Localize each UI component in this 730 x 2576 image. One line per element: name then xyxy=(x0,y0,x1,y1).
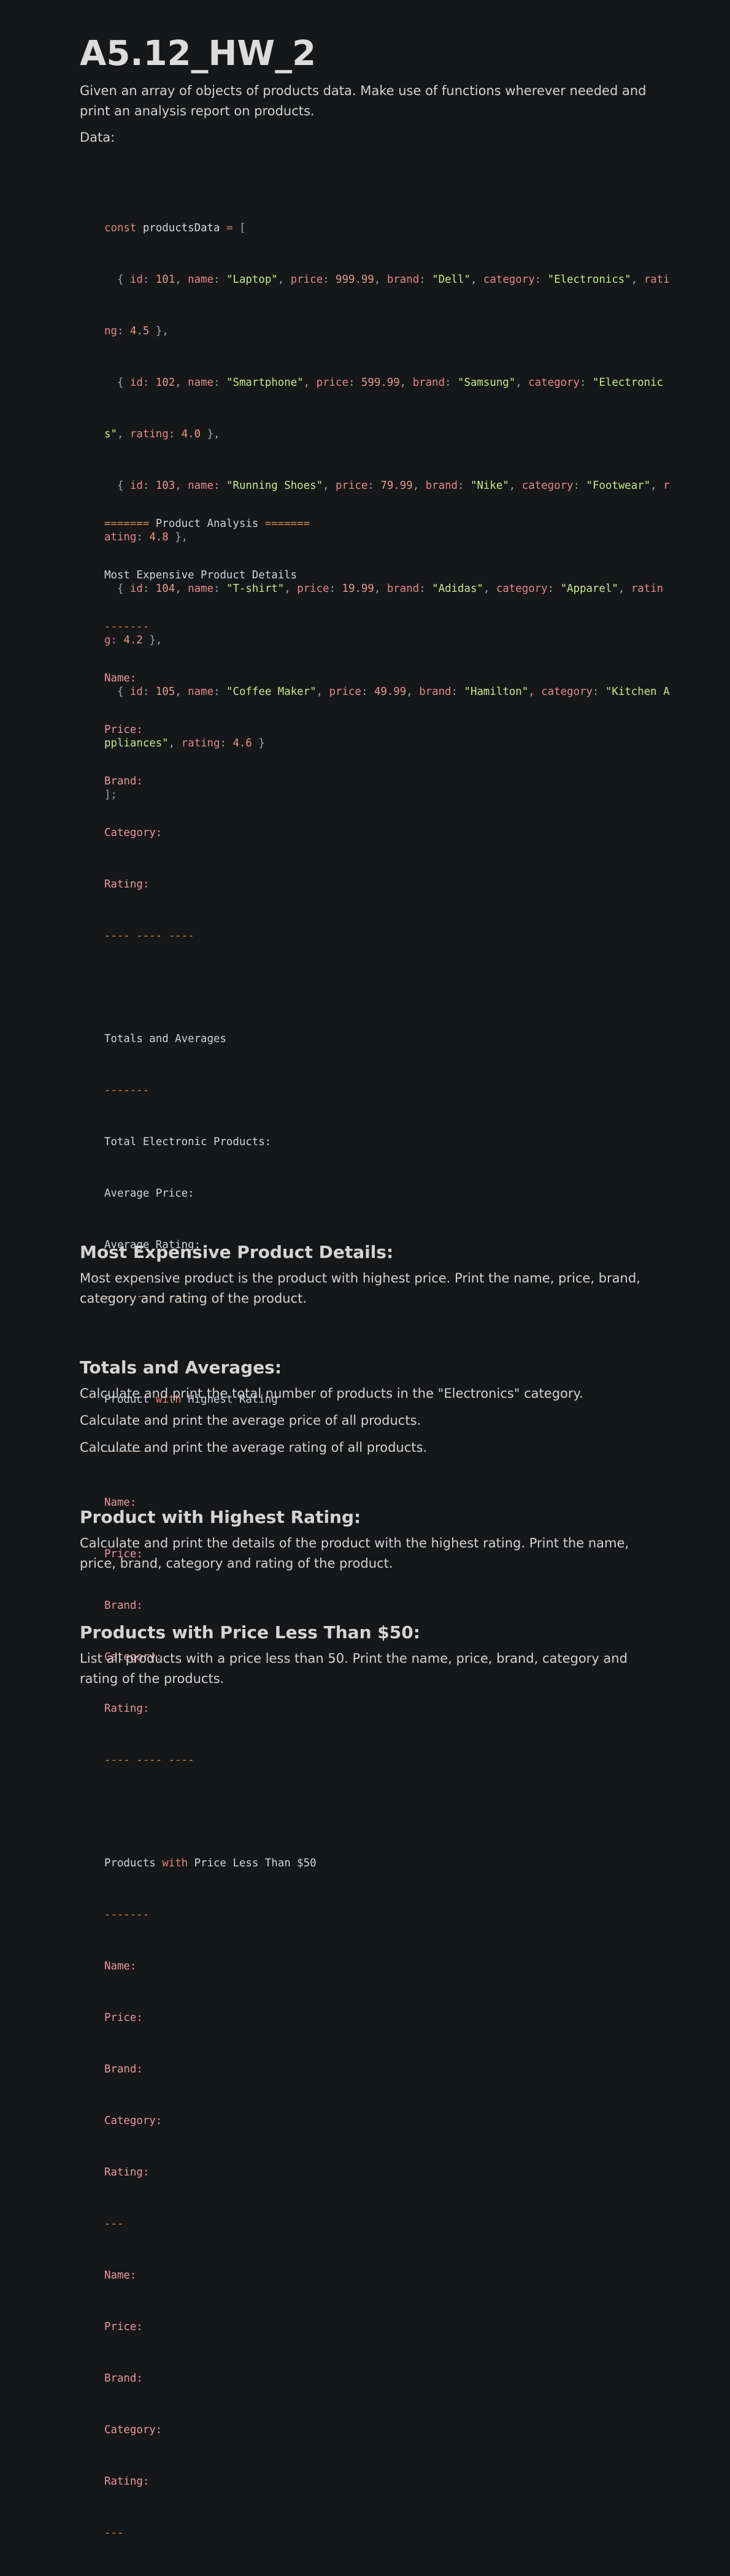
section-text: Calculate and print the total number of … xyxy=(80,1386,583,1401)
section-title: Most Expensive Product Details: xyxy=(80,1242,394,1262)
output-most-expensive-title: Most Expensive Product Details xyxy=(104,569,298,581)
code-line-p2a: { id: 102, name: "Smartphone", price: 59… xyxy=(104,377,664,389)
section-text: Calculate and print the details of the p… xyxy=(80,1536,629,1571)
section-highest-rating: Product with Highest Rating: Calculate a… xyxy=(80,1505,663,1574)
section-text: List all products with a price less than… xyxy=(80,1651,628,1686)
output-totals-title: Totals and Averages xyxy=(104,1033,226,1045)
section-most-expensive: Most Expensive Product Details: Most exp… xyxy=(80,1240,663,1309)
output-header: ======= Product Analysis ======= xyxy=(104,518,310,530)
intro-block: Given an array of objects of products da… xyxy=(80,81,663,148)
section-title: Totals and Averages: xyxy=(80,1357,282,1378)
section-text: Most expensive product is the product wi… xyxy=(80,1271,640,1306)
intro-text: Given an array of objects of products da… xyxy=(80,83,647,118)
section-title: Products with Price Less Than $50: xyxy=(80,1622,420,1643)
output-less-title: Products with Price Less Than $50 xyxy=(104,1857,317,1869)
section-text: Calculate and print the average price of… xyxy=(80,1413,421,1428)
section-price-less: Products with Price Less Than $50: List … xyxy=(80,1620,663,1689)
section-totals: Totals and Averages: Calculate and print… xyxy=(80,1355,663,1458)
code-line-declaration: const productsData = [ xyxy=(104,222,246,234)
section-text: Calculate and print the average rating o… xyxy=(80,1440,428,1455)
data-label: Data: xyxy=(80,130,115,145)
code-line-p1b: ng: 4.5 }, xyxy=(104,325,169,337)
code-line-p1a: { id: 101, name: "Laptop", price: 999.99… xyxy=(104,274,670,286)
code-line-p2b: s", rating: 4.0 }, xyxy=(104,428,220,440)
page: A5.12_HW_2 Given an array of objects of … xyxy=(0,0,730,2539)
section-title: Product with Highest Rating: xyxy=(80,1507,361,1527)
page-title: A5.12_HW_2 xyxy=(80,34,317,74)
